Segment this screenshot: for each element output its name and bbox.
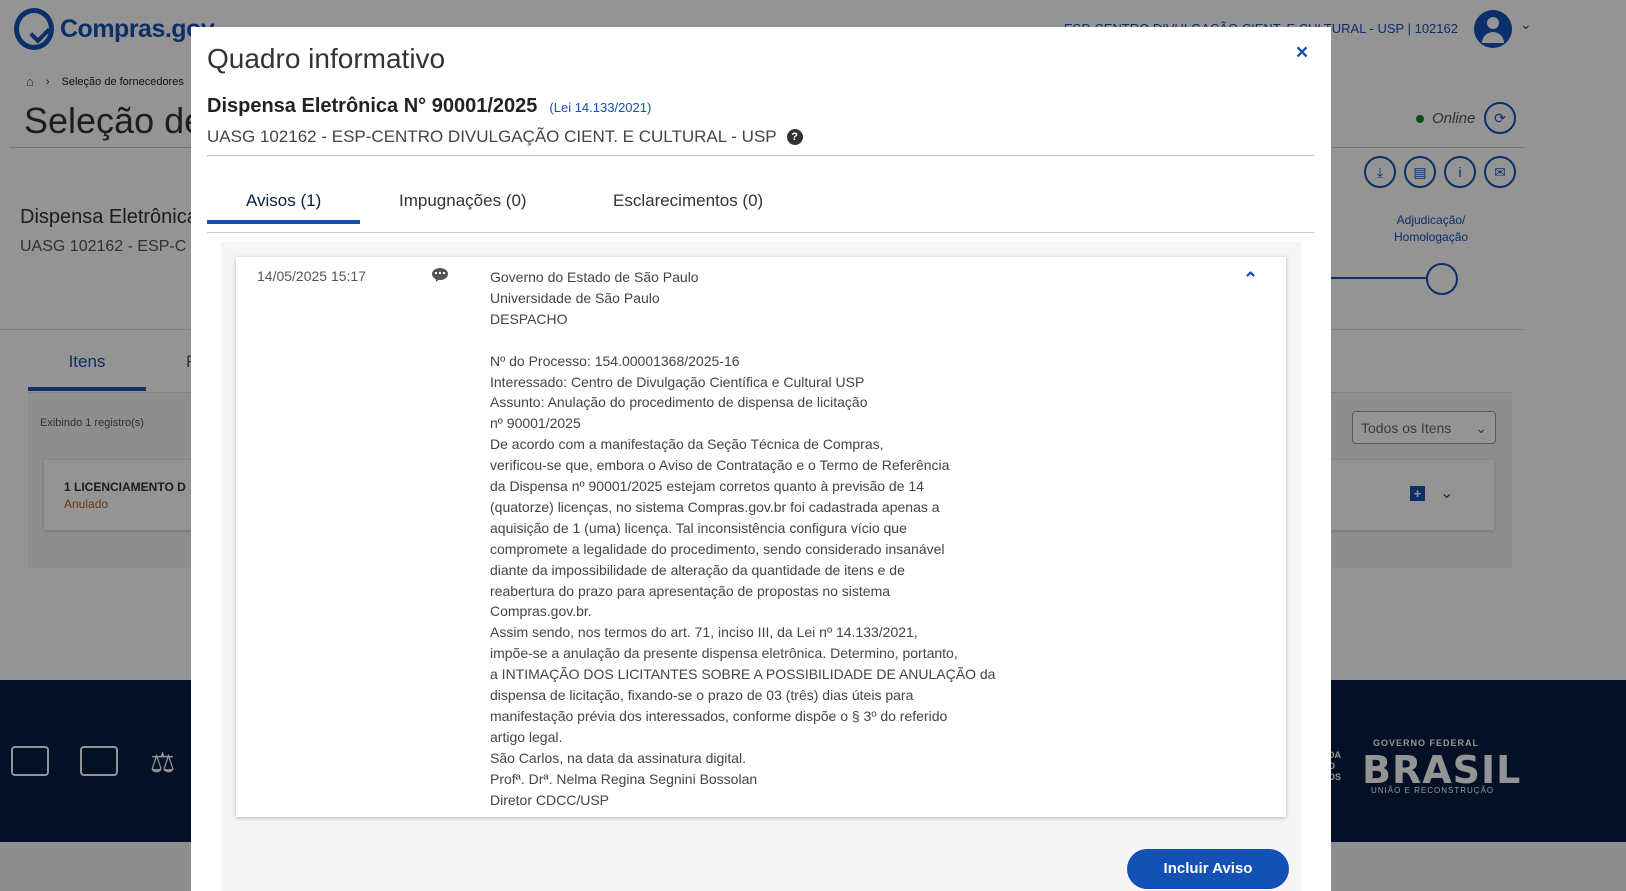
aviso-line: Nº do Processo: 154.00001368/2025-16	[490, 352, 740, 369]
aviso-line: Assim sendo, nos termos do art. 71, inci…	[490, 624, 918, 641]
dispensa-header: Dispensa Eletrônica N° 90001/2025 (Lei 1…	[207, 95, 651, 118]
aviso-line: Diretor CDCC/USP	[490, 791, 610, 808]
aviso-line: (quatorze) licenças, no sistema Compras.…	[490, 498, 940, 515]
modal-title: Quadro informativo	[207, 43, 446, 74]
aviso-line: Governo do Estado de São Paulo	[490, 269, 699, 285]
aviso-line: da Dispensa nº 90001/2025 estejam corret…	[490, 478, 924, 495]
close-icon[interactable]: ×	[1290, 41, 1314, 65]
chat-icon	[432, 268, 448, 280]
quadro-informativo-modal: Quadro informativo × Dispensa Eletrônica…	[191, 27, 1331, 891]
uasg-info: UASG 102162 - ESP-CENTRO DIVULGAÇÃO CIEN…	[207, 127, 803, 147]
aviso-line: São Carlos, na data da assinatura digita…	[490, 749, 747, 766]
dispensa-number: Dispensa Eletrônica N° 90001/2025	[207, 95, 538, 117]
aviso-line: Assunto: Anulação do procedimento de dis…	[490, 394, 868, 411]
tab-avisos[interactable]: Avisos (1)	[246, 191, 321, 233]
aviso-line: compromete a legalidade do procedimento,…	[490, 540, 945, 557]
aviso-line	[490, 330, 1010, 351]
incluir-aviso-button[interactable]: Incluir Aviso	[1127, 849, 1289, 889]
aviso-line: Universidade de São Paulo	[490, 289, 660, 306]
chevron-up-icon[interactable]: ⌃	[1243, 269, 1258, 290]
aviso-line: nº 90001/2025	[490, 415, 581, 432]
aviso-line: Profª. Drª. Nelma Regina Segnini Bossola…	[490, 770, 758, 787]
help-icon[interactable]: ?	[786, 129, 803, 145]
aviso-line: manifestação prévia dos interessados, co…	[490, 708, 948, 725]
tab-impugnacoes[interactable]: Impugnações (0)	[399, 191, 527, 233]
tab-avisos-underline	[207, 220, 360, 224]
aviso-line: Interessado: Centro de Divulgação Cientí…	[490, 373, 865, 390]
aviso-date: 14/05/2025 15:17	[257, 268, 366, 284]
divider	[207, 155, 1314, 156]
aviso-line: artigo legal.	[490, 728, 563, 745]
aviso-line: a INTIMAÇÃO DOS LICITANTES SOBRE A POSSI…	[490, 666, 996, 683]
uasg-text: UASG 102162 - ESP-CENTRO DIVULGAÇÃO CIEN…	[207, 127, 777, 146]
aviso-line: DESPACHO	[490, 310, 568, 327]
lei-link[interactable]: (Lei 14.133/2021)	[549, 100, 651, 115]
aviso-card: 14/05/2025 15:17 ⌃ Governo do Estado de …	[236, 257, 1286, 817]
aviso-body: Governo do Estado de São Paulo Universida…	[490, 267, 1010, 811]
aviso-line: verificou-se que, embora o Aviso de Cont…	[490, 457, 950, 474]
aviso-line: Compras.gov.br.	[490, 603, 592, 620]
aviso-line: impõe-se a anulação da presente dispensa…	[490, 645, 958, 662]
aviso-line: diante da impossibilidade de alteração d…	[490, 561, 905, 578]
tab-esclarecimentos[interactable]: Esclarecimentos (0)	[613, 191, 763, 233]
aviso-line: reabertura do prazo para apresentação de…	[490, 582, 891, 599]
aviso-line: De acordo com a manifestação da Seção Té…	[490, 436, 884, 453]
aviso-line: dispensa de licitação, fixando-se o praz…	[490, 687, 914, 704]
aviso-line: aquisição de 1 (uma) licença. Tal incons…	[490, 519, 907, 536]
